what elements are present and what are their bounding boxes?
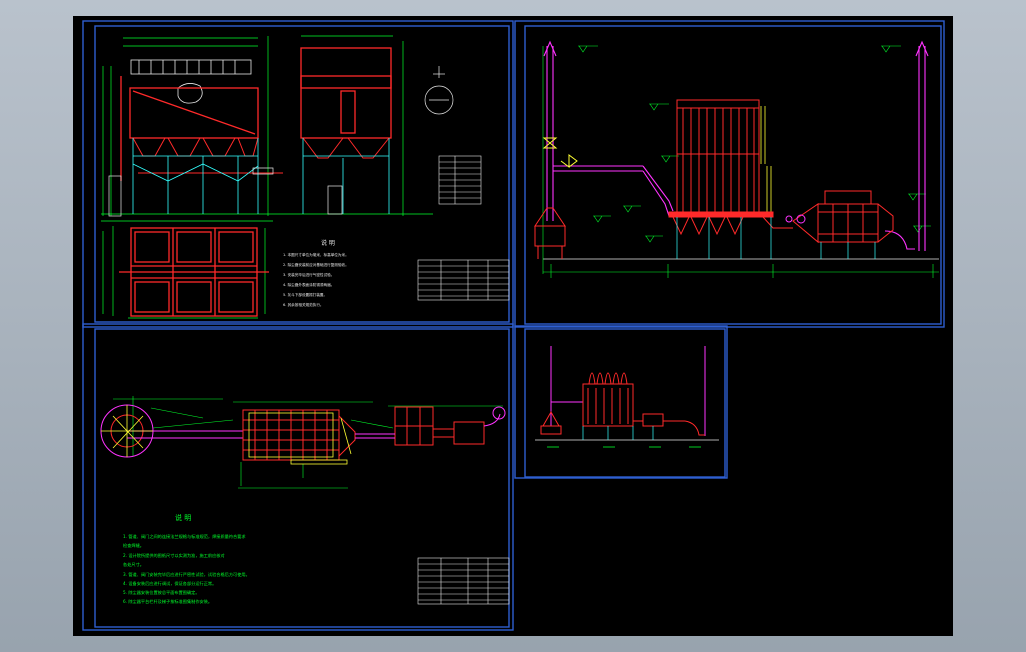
panel-b-drawing bbox=[534, 40, 939, 278]
panel-c-note-4: 各处尺寸。 bbox=[123, 561, 144, 568]
cad-drawing-viewport[interactable]: 说 明 1. 本图尺寸单位为毫米，标高单位为米。 2. 除尘器安装前应对基础进行… bbox=[73, 16, 953, 636]
panel-c-note-8: 6. 除尘器平台栏杆及梯子按标准图集制作安装。 bbox=[123, 598, 212, 605]
panel-a-note-4: 4. 除尘器外表面涂防锈漆两遍。 bbox=[283, 282, 334, 287]
drawing-canvas: 说 明 1. 本图尺寸单位为毫米，标高单位为米。 2. 除尘器安装前应对基础进行… bbox=[82, 20, 945, 631]
panel-c-note-5: 3. 管道、阀门安装完毕后应进行严密性试验，试验合格后方可使用。 bbox=[123, 571, 250, 578]
panel-a-note-1: 1. 本图尺寸单位为毫米，标高单位为米。 bbox=[283, 252, 349, 257]
panel-a-notes-title: 说 明 bbox=[321, 239, 335, 247]
panel-a-note-2: 2. 除尘器安装前应对基础进行复测验收。 bbox=[283, 262, 349, 267]
panel-c-note-3: 2. 设计院所提供的图纸尺寸以实测为准，施工前应核对 bbox=[123, 552, 225, 559]
panel-c-notes: 说 明 1. 管道、阀门之间的连接法兰规格与标准规范，焊接质量符合要求 检查焊缝… bbox=[123, 513, 250, 605]
frame-panel-d-outer bbox=[514, 325, 728, 479]
panel-c-drawing: 说 明 1. 管道、阀门之间的连接法兰规格与标准规范，焊接质量符合要求 检查焊缝… bbox=[100, 396, 510, 605]
panel-c-note-7: 5. 除尘器安装位置按总平面布置图确定。 bbox=[123, 589, 200, 596]
frame-panel-d-inner bbox=[524, 328, 726, 478]
panel-a-note-5: 5. 灰斗下部设置振打装置。 bbox=[283, 292, 327, 297]
panel-c-note-2: 检查焊缝。 bbox=[123, 542, 144, 549]
panel-a-drawing: 说 明 1. 本图尺寸单位为毫米，标高单位为米。 2. 除尘器安装前应对基础进行… bbox=[101, 35, 510, 319]
panel-a-note-6: 6. 其余按相关规范执行。 bbox=[283, 302, 324, 307]
panel-d-drawing bbox=[535, 346, 719, 448]
panel-c-notes-title: 说 明 bbox=[175, 513, 191, 522]
panel-a-notes: 说 明 1. 本图尺寸单位为毫米，标高单位为米。 2. 除尘器安装前应对基础进行… bbox=[283, 239, 349, 307]
panel-c-note-1: 1. 管道、阀门之间的连接法兰规格与标准规范，焊接质量符合要求 bbox=[123, 533, 246, 540]
panel-a-note-3: 3. 安装完毕后进行气密性试验。 bbox=[283, 272, 334, 277]
frame-panel-b-inner bbox=[524, 25, 942, 325]
frame-panel-b-outer bbox=[514, 20, 945, 328]
panel-c-note-6: 4. 设备安装后应进行调试，保证各部分运行正常。 bbox=[123, 580, 216, 587]
